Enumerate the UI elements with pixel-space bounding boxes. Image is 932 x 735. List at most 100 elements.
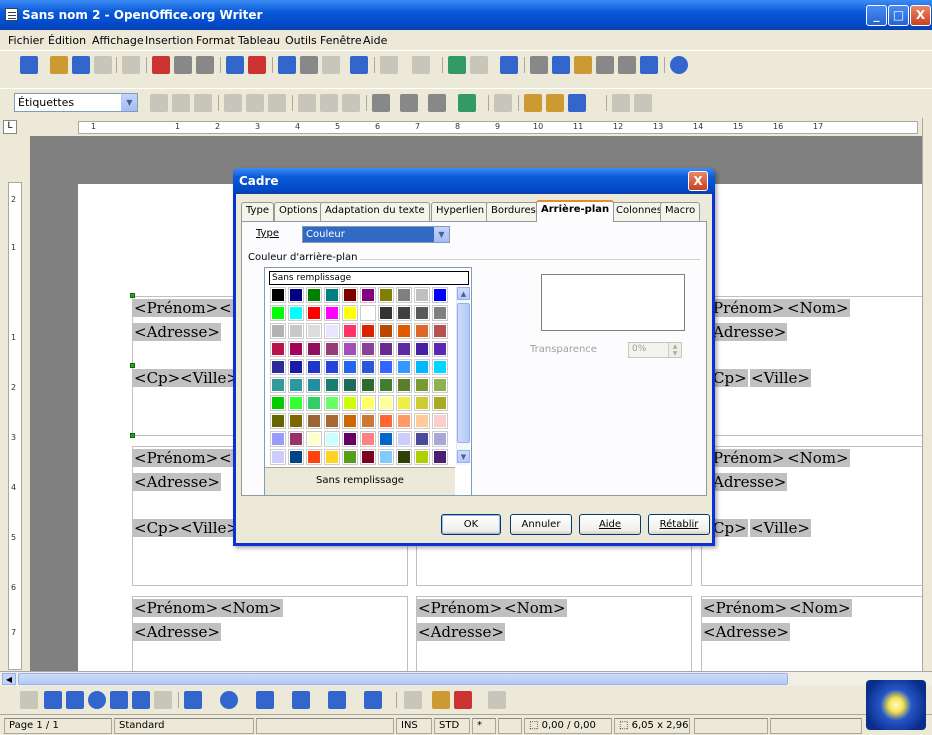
color-swatch[interactable] bbox=[360, 323, 376, 339]
color-swatch[interactable] bbox=[432, 341, 448, 357]
color-swatch[interactable] bbox=[342, 341, 358, 357]
hyperlink-icon[interactable] bbox=[448, 56, 466, 74]
transparency-spinner[interactable]: 0% ▲ ▼ bbox=[628, 342, 682, 358]
color-swatch[interactable] bbox=[378, 377, 394, 393]
data-sources-icon[interactable] bbox=[596, 56, 614, 74]
print-preview-icon[interactable] bbox=[196, 56, 214, 74]
cancel-button[interactable]: Annuler bbox=[510, 514, 572, 535]
field-adresse[interactable]: Adresse> bbox=[712, 323, 788, 341]
color-swatch[interactable] bbox=[324, 287, 340, 303]
text-icon[interactable] bbox=[132, 691, 150, 709]
color-swatch[interactable] bbox=[360, 305, 376, 321]
no-fill-option[interactable]: Sans remplissage bbox=[269, 271, 469, 285]
frame-selection-handle[interactable] bbox=[130, 363, 135, 368]
reset-button[interactable]: Rétablir bbox=[648, 514, 710, 535]
color-swatch[interactable] bbox=[270, 449, 286, 465]
color-swatch[interactable] bbox=[396, 395, 412, 411]
field-adresse[interactable]: <Adresse> bbox=[133, 623, 221, 641]
label-cell[interactable]: <Prénom> <Nom> <Adresse> bbox=[132, 596, 408, 671]
maximize-button[interactable]: □ bbox=[888, 5, 909, 26]
color-swatch[interactable] bbox=[432, 413, 448, 429]
save-icon[interactable] bbox=[72, 56, 90, 74]
field-prenom[interactable]: <Prénom> bbox=[133, 449, 220, 467]
color-swatch[interactable] bbox=[288, 341, 304, 357]
color-swatch[interactable] bbox=[306, 323, 322, 339]
color-swatch[interactable] bbox=[270, 341, 286, 357]
print-icon[interactable] bbox=[174, 56, 192, 74]
zoom-icon[interactable] bbox=[640, 56, 658, 74]
field-ville[interactable]: <Ville> bbox=[179, 519, 240, 537]
color-swatch[interactable] bbox=[270, 359, 286, 375]
color-swatch[interactable] bbox=[288, 377, 304, 393]
field-cp[interactable]: Cp> bbox=[712, 519, 748, 537]
close-window-button[interactable]: X bbox=[910, 5, 931, 26]
underline-icon[interactable] bbox=[194, 94, 212, 112]
new-document-icon[interactable] bbox=[20, 56, 38, 74]
table-icon[interactable] bbox=[470, 56, 488, 74]
bold-icon[interactable] bbox=[150, 94, 168, 112]
menu-aide[interactable]: Aide bbox=[363, 34, 387, 47]
color-swatch[interactable] bbox=[414, 413, 430, 429]
tab-background[interactable]: Arrière-plan bbox=[536, 200, 615, 222]
color-swatch[interactable] bbox=[414, 449, 430, 465]
color-swatch[interactable] bbox=[396, 323, 412, 339]
color-swatch[interactable] bbox=[378, 413, 394, 429]
align-center-icon[interactable] bbox=[246, 94, 264, 112]
color-swatch[interactable] bbox=[342, 287, 358, 303]
color-swatch[interactable] bbox=[432, 305, 448, 321]
color-swatch[interactable] bbox=[378, 305, 394, 321]
send-to-back-icon[interactable] bbox=[546, 94, 564, 112]
color-swatch[interactable] bbox=[342, 359, 358, 375]
label-cell[interactable]: <Prénom> <Nom> <Adresse> bbox=[416, 596, 692, 671]
color-swatch[interactable] bbox=[378, 431, 394, 447]
color-swatch[interactable] bbox=[342, 377, 358, 393]
color-swatch[interactable] bbox=[378, 449, 394, 465]
field-cp[interactable]: Cp> bbox=[712, 369, 748, 387]
color-swatch[interactable] bbox=[306, 305, 322, 321]
color-swatch[interactable] bbox=[288, 323, 304, 339]
field-adresse[interactable]: <Adresse> bbox=[702, 623, 790, 641]
color-swatch[interactable] bbox=[324, 395, 340, 411]
field-adresse[interactable]: Adresse> bbox=[712, 473, 788, 491]
color-swatch[interactable] bbox=[396, 413, 412, 429]
link-frames-icon[interactable] bbox=[612, 94, 630, 112]
color-swatch[interactable] bbox=[396, 431, 412, 447]
color-swatch[interactable] bbox=[342, 413, 358, 429]
tab-macro[interactable]: Macro bbox=[660, 202, 701, 221]
navigator-icon[interactable] bbox=[552, 56, 570, 74]
color-swatch[interactable] bbox=[396, 305, 412, 321]
color-swatch[interactable] bbox=[270, 323, 286, 339]
color-swatch[interactable] bbox=[270, 395, 286, 411]
color-swatch[interactable] bbox=[270, 377, 286, 393]
color-swatch[interactable] bbox=[306, 359, 322, 375]
field-prenom[interactable]: <Prénom> bbox=[702, 599, 789, 617]
scroll-left-arrow-icon[interactable]: ◀ bbox=[2, 673, 16, 685]
select-arrow-icon[interactable] bbox=[20, 691, 38, 709]
field-adresse[interactable]: <Adresse> bbox=[417, 623, 505, 641]
frame-selection-handle[interactable] bbox=[130, 293, 135, 298]
field-nom[interactable]: <Nom> bbox=[503, 599, 567, 617]
from-file-icon[interactable] bbox=[454, 691, 472, 709]
scroll-up-arrow-icon[interactable]: ▲ bbox=[457, 287, 470, 300]
color-swatch[interactable] bbox=[432, 431, 448, 447]
align-right-icon[interactable] bbox=[268, 94, 286, 112]
label-cell[interactable]: <Prénom> <Nom> <Adresse> bbox=[701, 596, 922, 671]
color-swatch[interactable] bbox=[360, 341, 376, 357]
extrusion-icon[interactable] bbox=[488, 691, 506, 709]
color-swatch[interactable] bbox=[360, 431, 376, 447]
horizontal-scroll-thumb[interactable] bbox=[18, 673, 788, 685]
undo-icon[interactable] bbox=[380, 56, 398, 74]
wrap-through-icon[interactable] bbox=[342, 94, 360, 112]
color-swatch[interactable] bbox=[414, 323, 430, 339]
frame-selection-handle[interactable] bbox=[130, 433, 135, 438]
status-selection-mode[interactable]: STD bbox=[434, 718, 470, 734]
field-cp[interactable]: <Cp> bbox=[133, 369, 182, 387]
color-swatch[interactable] bbox=[270, 287, 286, 303]
color-swatch[interactable] bbox=[396, 359, 412, 375]
color-swatch[interactable] bbox=[324, 323, 340, 339]
menu-outils[interactable]: Outils bbox=[285, 34, 317, 47]
gallery-icon[interactable] bbox=[574, 56, 592, 74]
symbol-shapes-icon[interactable] bbox=[220, 691, 238, 709]
field-clip[interactable]: < bbox=[218, 299, 233, 317]
menu-edition[interactable]: Édition bbox=[48, 34, 86, 47]
